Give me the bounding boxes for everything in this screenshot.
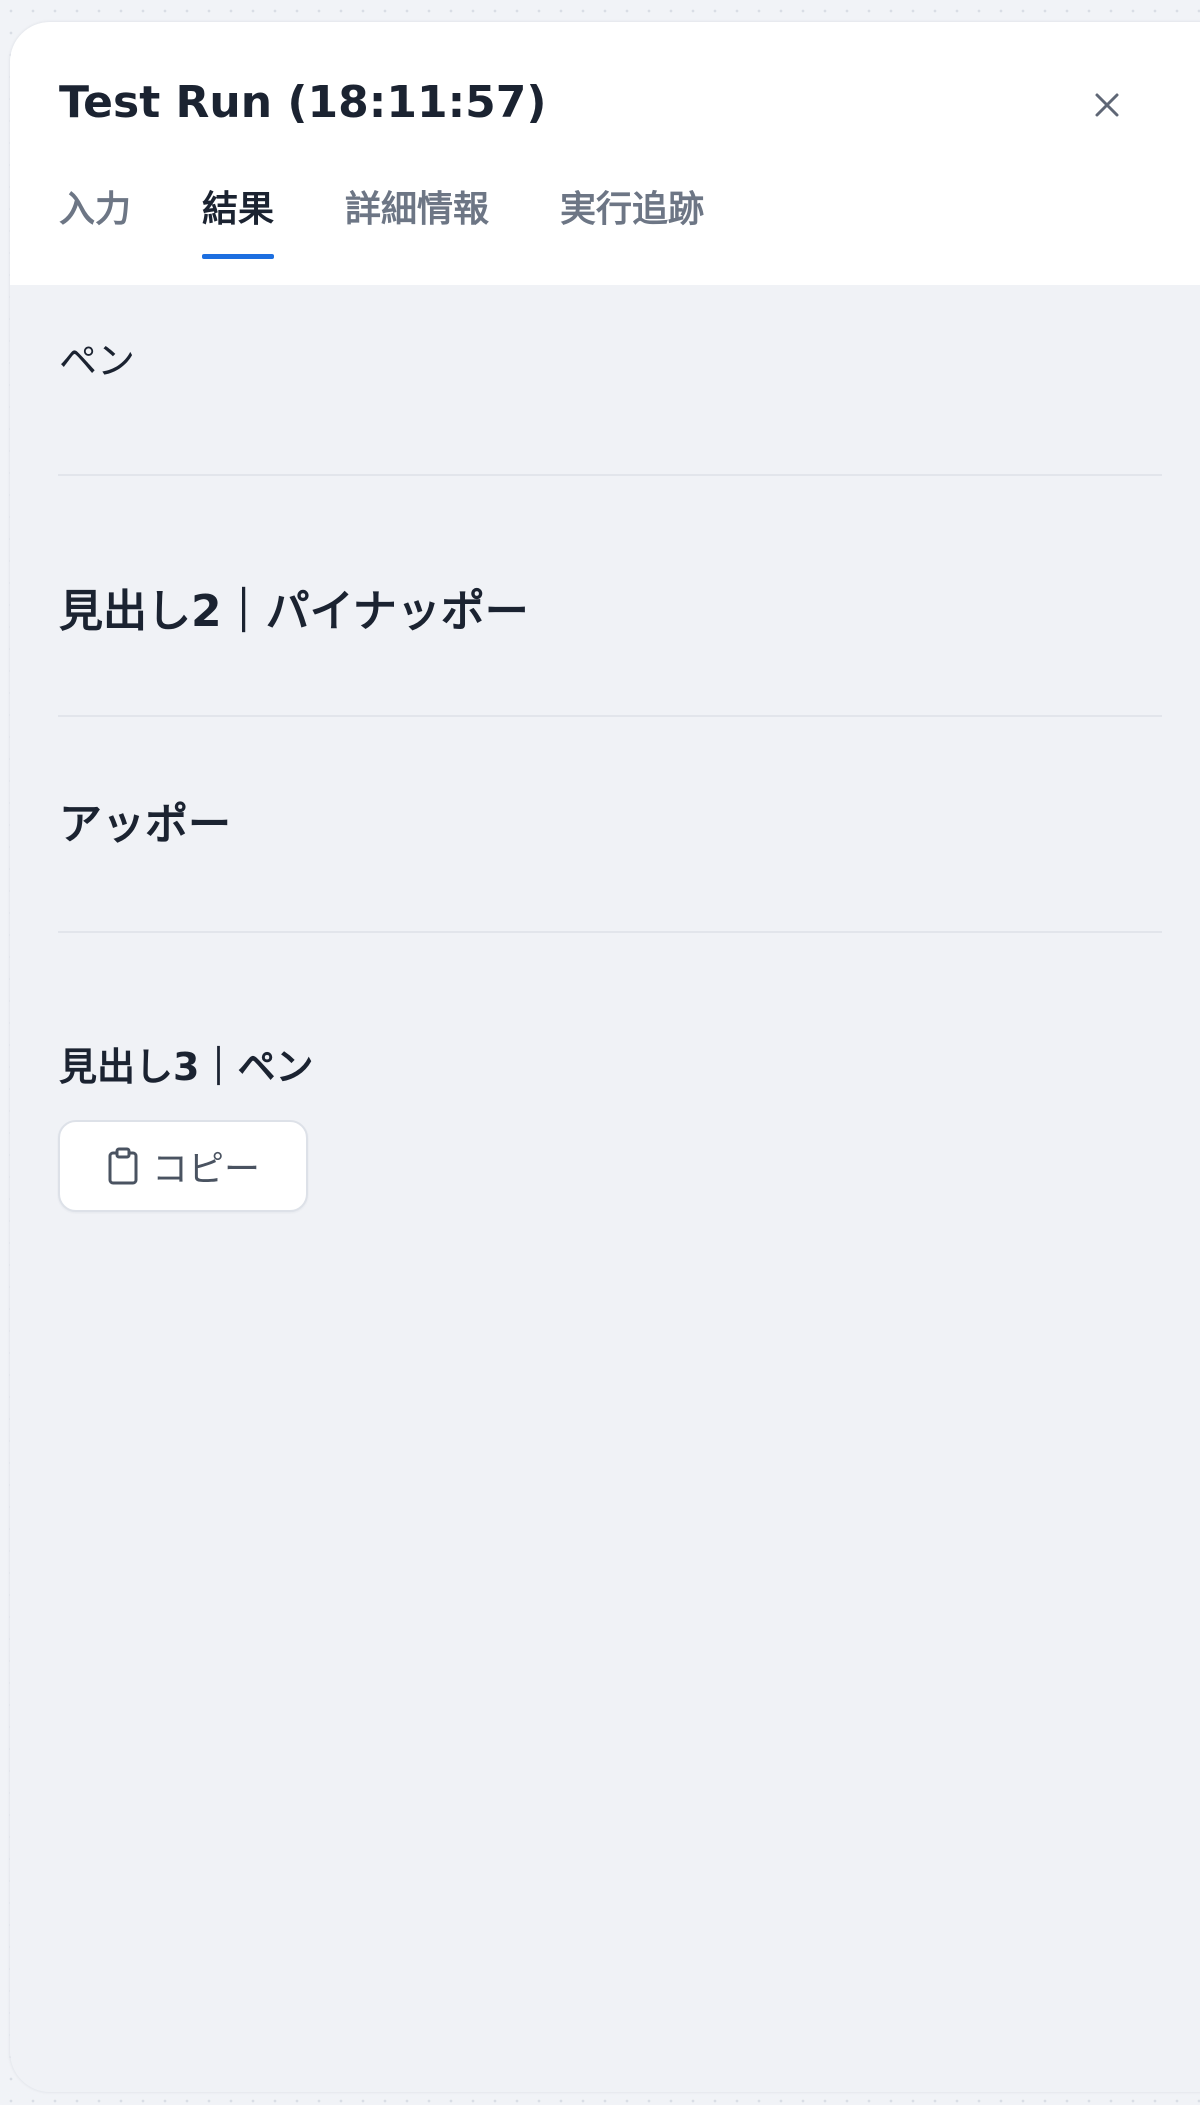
panel-header: Test Run (18:11:57) 入力 結果 詳細情報 実行追跡 bbox=[10, 22, 1200, 285]
tab-trace[interactable]: 実行追跡 bbox=[560, 166, 704, 259]
result-paragraph: ペン bbox=[59, 339, 136, 383]
bold-paragraph: アッポー bbox=[59, 800, 231, 850]
clipboard-icon bbox=[106, 1147, 140, 1185]
tab-bar: 入力 結果 詳細情報 実行追跡 bbox=[59, 192, 775, 285]
tab-input[interactable]: 入力 bbox=[59, 166, 131, 259]
panel-title: Test Run (18:11:57) bbox=[59, 77, 547, 128]
close-icon bbox=[1093, 91, 1121, 123]
divider bbox=[58, 715, 1162, 717]
heading-2: 見出し2｜パイナッポー bbox=[59, 586, 529, 637]
divider bbox=[58, 474, 1162, 476]
divider bbox=[58, 931, 1162, 933]
copy-button-label: コピー bbox=[151, 1149, 260, 1190]
tab-result[interactable]: 結果 bbox=[202, 166, 275, 259]
tab-details[interactable]: 詳細情報 bbox=[345, 166, 489, 259]
copy-button[interactable]: コピー bbox=[58, 1120, 308, 1212]
test-run-panel: Test Run (18:11:57) 入力 結果 詳細情報 実行追跡 ペン 見… bbox=[10, 22, 1200, 2092]
heading-3: 見出し3｜ペン bbox=[59, 1045, 314, 1089]
close-button[interactable] bbox=[1083, 83, 1131, 131]
